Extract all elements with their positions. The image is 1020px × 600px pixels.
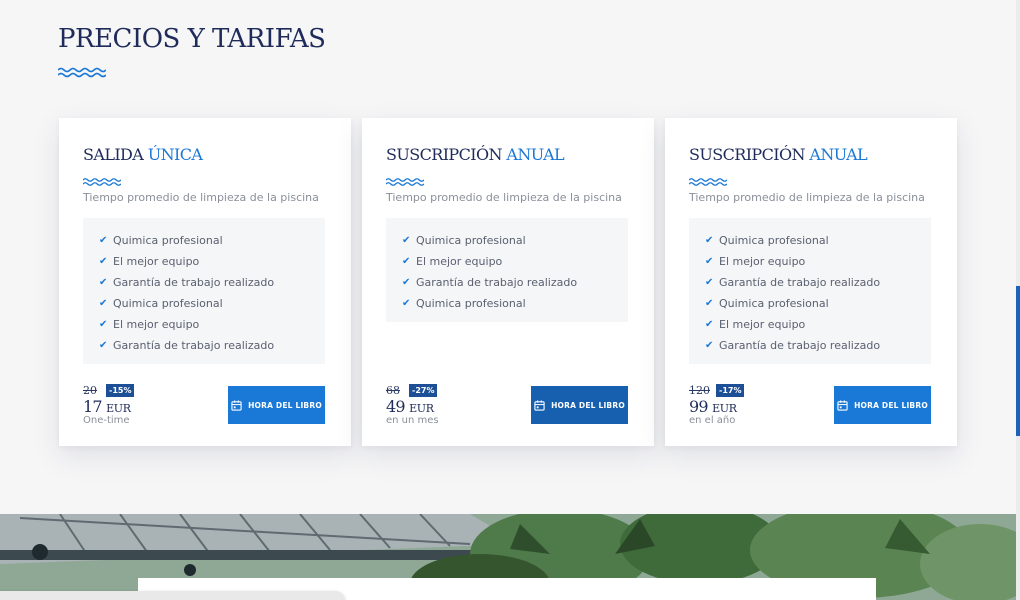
check-icon: ✔ [99,235,108,246]
check-icon: ✔ [99,319,108,330]
list-item: ✔ Quimica profesional [99,234,223,247]
pricing-card-monthly: SUSCRIPCIÓN ANUAL Tiempo promedio de lim… [362,118,654,446]
list-item: ✔ Quimica profesional [705,234,829,247]
scrollbar-thumb[interactable] [1016,286,1020,436]
list-item: ✔ Quimica profesional [402,297,526,310]
billing-period: en un mes [386,415,439,426]
check-icon: ✔ [705,235,714,246]
discount-badge: -17% [716,384,745,397]
check-icon: ✔ [99,340,108,351]
check-icon: ✔ [402,256,411,267]
price: 99 EUR [689,397,737,416]
waves-icon [82,172,122,191]
check-icon: ✔ [402,277,411,288]
feature-list: ✔ Quimica profesional ✔ El mejor equipo ✔ G… [83,218,325,364]
discount-badge: -15% [106,384,135,397]
calendar-icon [534,399,545,411]
old-price: 68 [386,384,400,397]
list-item: ✔ Garantía de trabajo realizado [705,339,881,352]
feature-list: ✔ Quimica profesional ✔ El mejor equipo ✔ G… [689,218,931,364]
waves-icon [58,67,106,79]
card-subtitle: Tiempo promedio de limpieza de la piscin… [689,191,925,204]
list-item: ✔ Quimica profesional [705,297,829,310]
check-icon: ✔ [402,235,411,246]
old-price: 120 [689,384,710,397]
check-icon: ✔ [705,256,714,267]
card-title: SUSCRIPCIÓN ANUAL [386,145,565,164]
list-item: ✔ El mejor equipo [402,255,503,268]
cookie-notice[interactable] [0,591,345,600]
calendar-icon [837,399,848,411]
book-button[interactable]: HORA DEL LIBRO [228,386,325,424]
check-icon: ✔ [99,298,108,309]
list-item: ✔ Garantía de trabajo realizado [402,276,578,289]
old-price: 20 [83,384,97,397]
price: 49 EUR [386,397,434,416]
book-button[interactable]: HORA DEL LIBRO [531,386,628,424]
list-item: ✔ Garantía de trabajo realizado [705,276,881,289]
feature-list: ✔ Quimica profesional ✔ El mejor equipo ✔ G… [386,218,628,322]
list-item: ✔ El mejor equipo [705,318,806,331]
list-item: ✔ Quimica profesional [99,297,223,310]
check-icon: ✔ [705,298,714,309]
list-item: ✔ El mejor equipo [99,318,200,331]
book-button[interactable]: HORA DEL LIBRO [834,386,931,424]
check-icon: ✔ [99,256,108,267]
price: 17 EUR [83,397,131,416]
card-title: SUSCRIPCIÓN ANUAL [689,145,868,164]
section-title: PRECIOS Y TARIFAS [58,24,326,54]
card-subtitle: Tiempo promedio de limpieza de la piscin… [83,191,319,204]
discount-badge: -27% [409,384,438,397]
check-icon: ✔ [402,298,411,309]
billing-period: One-time [83,415,130,426]
list-item: ✔ Quimica profesional [402,234,526,247]
billing-period: en el año [689,415,736,426]
calendar-icon [231,399,242,411]
check-icon: ✔ [705,319,714,330]
list-item: ✔ Garantía de trabajo realizado [99,339,275,352]
pricing-card-yearly: SUSCRIPCIÓN ANUAL Tiempo promedio de lim… [665,118,957,446]
check-icon: ✔ [705,340,714,351]
list-item: ✔ El mejor equipo [99,255,200,268]
waves-icon [688,172,728,191]
check-icon: ✔ [705,277,714,288]
list-item: ✔ Garantía de trabajo realizado [99,276,275,289]
list-item: ✔ El mejor equipo [705,255,806,268]
check-icon: ✔ [99,277,108,288]
card-title: SALIDA ÚNICA [83,145,203,164]
pricing-card-single: SALIDA ÚNICA Tiempo promedio de limpieza… [59,118,351,446]
waves-icon [385,172,425,191]
card-subtitle: Tiempo promedio de limpieza de la piscin… [386,191,622,204]
